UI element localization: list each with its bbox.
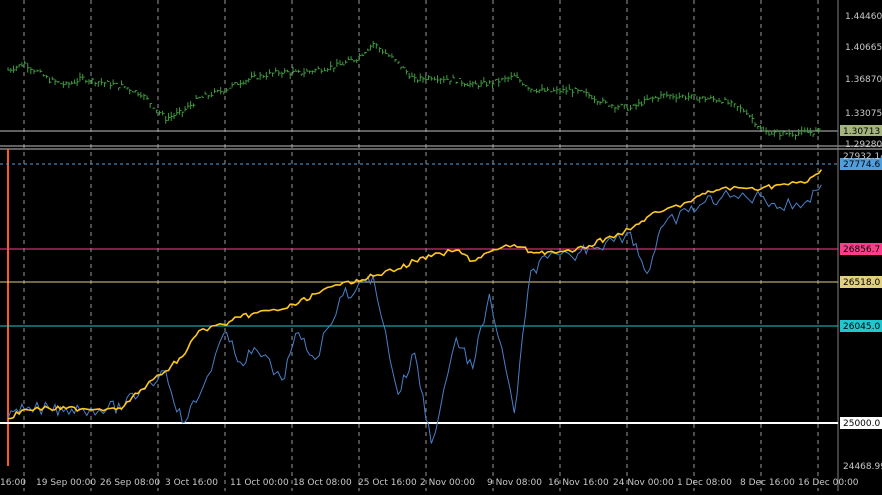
time-axis-label: 24 Nov 00:00 [613, 478, 674, 488]
time-axis-label: 16 Nov 16:00 [548, 478, 609, 488]
price-tick-label: 1.36870 [845, 75, 882, 85]
time-axis-label: 11 Oct 00:00 [230, 478, 289, 488]
time-axis-label: 26 Sep 08:00 [100, 478, 160, 488]
time-axis-label: 9 Nov 08:00 [487, 478, 542, 488]
level-label: 26045.0 [843, 322, 880, 332]
lower-tick-label: 27932.14 [843, 152, 882, 162]
price-tick-label: 1.33075 [845, 109, 882, 119]
time-axis-label: 16 Dec 00:00 [798, 478, 859, 488]
chart-canvas[interactable]: 27774.626856.726518.026045.025000.0 1.44… [0, 0, 882, 491]
time-axis-label: 18 Oct 08:00 [293, 478, 352, 488]
level-label: 26518.0 [843, 278, 880, 288]
level-label: 26856.7 [843, 245, 880, 255]
current-price-label: 1.30713 [843, 127, 880, 137]
chart-window[interactable]: 27774.6 26856.7 26518.0 26045.0 25000.0 1.44… [0, 0, 882, 491]
price-tick-label: 1.29280 [845, 140, 882, 150]
level-label: 25000.0 [843, 419, 880, 429]
price-tick-label: 1.40665 [845, 43, 882, 53]
price-tick-label: 1.44460 [845, 12, 882, 22]
time-axis-label: 16:00 [0, 478, 26, 488]
time-axis-label: 8 Dec 16:00 [740, 478, 795, 488]
time-axis-label: 3 Oct 16:00 [165, 478, 218, 488]
chart-background [0, 0, 882, 491]
time-axis-label: 19 Sep 00:00 [36, 478, 96, 488]
lower-tick-label: 24468.99 [843, 462, 882, 472]
time-axis-label: 2 Nov 00:00 [420, 478, 475, 488]
time-axis-label: 1 Dec 08:00 [677, 478, 732, 488]
time-axis-label: 25 Oct 16:00 [358, 478, 417, 488]
